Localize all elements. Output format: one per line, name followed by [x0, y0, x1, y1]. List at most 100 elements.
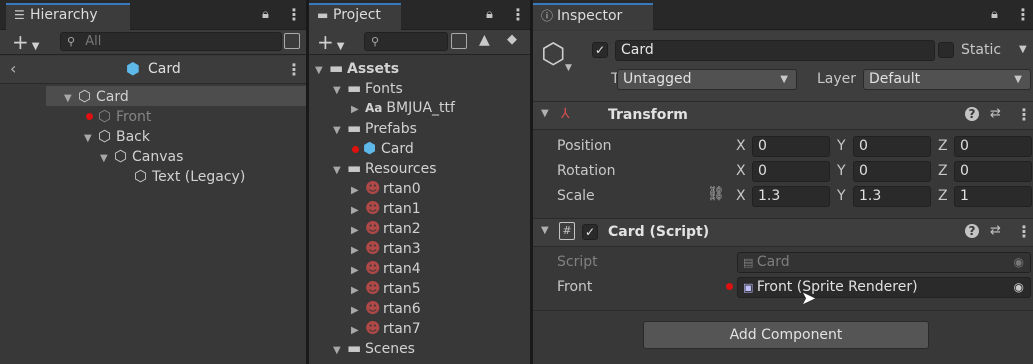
- folder-scenes[interactable]: ▼ ▬ Scenes: [333, 338, 415, 358]
- inspector-tabbar: ⓘ Inspector 🔒︎ ⋮: [533, 0, 1033, 30]
- gameobject-cube-icon[interactable]: ⬡: [541, 37, 565, 70]
- hierarchy-search-input[interactable]: ⚲ All: [60, 32, 282, 51]
- more-options-icon[interactable]: ⋮: [510, 5, 526, 24]
- expand-triangle-icon[interactable]: ▼: [100, 149, 114, 169]
- foldout-triangle-icon[interactable]: ▼: [541, 108, 549, 119]
- sprite-thumbnail-icon: ☻: [365, 179, 381, 197]
- asset-sprite-rtan4[interactable]: ▶ ☻ rtan4: [351, 258, 421, 278]
- tree-item-label: Front: [116, 109, 152, 125]
- asset-card-prefab[interactable]: ⬢ Card: [363, 138, 414, 158]
- section-divider: [533, 310, 1033, 311]
- tab-inspector[interactable]: ⓘ Inspector: [533, 3, 653, 30]
- object-picker-icon[interactable]: ◉: [1014, 278, 1024, 297]
- asset-sprite-rtan1[interactable]: ▶ ☻ rtan1: [351, 198, 421, 218]
- position-y-field[interactable]: 0: [853, 136, 931, 157]
- scene-visibility-icon[interactable]: [284, 33, 300, 49]
- asset-sprite-rtan2[interactable]: ▶ ☻ rtan2: [351, 218, 421, 238]
- foldout-triangle-icon[interactable]: ▼: [541, 225, 549, 236]
- tree-item-label: rtan1: [383, 201, 421, 217]
- expand-triangle-icon[interactable]: ▼: [315, 61, 329, 81]
- rotation-x-value: 0: [758, 163, 767, 179]
- asset-font[interactable]: ▶ Aa BMJUA_ttf: [351, 98, 455, 118]
- link-constraint-icon[interactable]: ⛓︎: [707, 186, 725, 202]
- hierarchy-toolbar: + ▼ ⚲ All: [0, 30, 306, 55]
- tree-item-back[interactable]: ▼ ⬡ Back: [84, 126, 150, 146]
- add-component-button[interactable]: Add Component: [643, 321, 929, 349]
- card-script-header[interactable]: ▼ # ✓ Card (Script) ? ⇄ ⋮: [533, 218, 1033, 247]
- expand-triangle-icon[interactable]: ▼: [333, 121, 347, 141]
- scale-z-field[interactable]: 1: [954, 186, 1032, 207]
- presets-icon[interactable]: ⇄: [990, 106, 1001, 121]
- tree-item-label: Resources: [365, 161, 437, 177]
- expand-triangle-icon[interactable]: ▼: [333, 161, 347, 181]
- sprite-thumbnail-icon: ☻: [365, 239, 381, 257]
- position-z-field[interactable]: 0: [954, 136, 1032, 157]
- scale-x-field[interactable]: 1.3: [752, 186, 830, 207]
- static-checkbox[interactable]: [938, 42, 954, 58]
- axis-x-label: X: [736, 138, 746, 154]
- layer-label: Layer: [817, 71, 857, 87]
- prefab-more-icon[interactable]: ⋮: [286, 60, 302, 79]
- folder-assets[interactable]: ▼ ▬ Assets: [315, 58, 399, 78]
- tree-item-label: rtan7: [383, 321, 421, 337]
- rotation-x-field[interactable]: 0: [752, 161, 830, 182]
- lock-icon[interactable]: 🔒︎: [991, 7, 998, 22]
- list-icon: ☰: [14, 8, 25, 22]
- gameobject-cube-icon: ⬡: [98, 107, 112, 125]
- static-dropdown-arrow[interactable]: ▼: [1019, 44, 1027, 55]
- folder-prefabs[interactable]: ▼ ▬ Prefabs: [333, 118, 417, 138]
- expand-triangle-icon[interactable]: ▶: [351, 100, 365, 120]
- object-name-field[interactable]: Card: [615, 40, 935, 61]
- tree-item-card[interactable]: ▼ ⬡ Card: [64, 86, 129, 106]
- filter-shapes-icon[interactable]: ▲: [479, 32, 490, 48]
- tab-hierarchy[interactable]: ☰ Hierarchy: [6, 3, 130, 30]
- tree-item-canvas[interactable]: ▼ ⬡ Canvas: [100, 146, 183, 166]
- expand-triangle-icon[interactable]: ▼: [333, 81, 347, 101]
- layer-dropdown[interactable]: Default ▼: [863, 69, 1031, 90]
- create-dropdown-button[interactable]: + ▼: [317, 30, 344, 54]
- folder-fonts[interactable]: ▼ ▬ Fonts: [333, 78, 403, 98]
- presets-icon[interactable]: ⇄: [990, 223, 1001, 238]
- folder-open-icon: ▬: [347, 339, 362, 357]
- active-checkbox[interactable]: ✓: [592, 42, 608, 58]
- scale-y-field[interactable]: 1.3: [853, 186, 931, 207]
- expand-triangle-icon[interactable]: ▼: [333, 341, 347, 361]
- help-icon[interactable]: ?: [965, 224, 979, 238]
- more-options-icon[interactable]: ⋮: [1015, 5, 1031, 24]
- rotation-y-field[interactable]: 0: [853, 161, 931, 182]
- component-more-icon[interactable]: ⋮: [1016, 105, 1032, 124]
- asset-sprite-rtan7[interactable]: ▶ ☻ rtan7: [351, 318, 421, 338]
- asset-sprite-rtan0[interactable]: ▶ ☻ rtan0: [351, 178, 421, 198]
- tree-item-label: rtan0: [383, 181, 421, 197]
- component-more-icon[interactable]: ⋮: [1016, 222, 1032, 241]
- project-tree: ▼ ▬ Assets ▼ ▬ Fonts ▶ Aa BMJUA_ttf ▼ ▬ Prefabs …: [309, 58, 530, 364]
- tree-item-text-legacy[interactable]: ⬡ Text (Legacy): [134, 166, 245, 186]
- tree-item-front[interactable]: ⬡ Front: [98, 106, 151, 126]
- help-icon[interactable]: ?: [965, 107, 979, 121]
- tag-dropdown-value: Untagged: [623, 71, 692, 87]
- project-search-input[interactable]: ⚲: [364, 32, 448, 51]
- script-enabled-checkbox[interactable]: ✓: [582, 224, 598, 240]
- axis-x-label: X: [736, 188, 746, 204]
- rotation-z-field[interactable]: 0: [954, 161, 1032, 182]
- more-options-icon[interactable]: ⋮: [286, 5, 302, 24]
- tag-dropdown[interactable]: Untagged ▼: [617, 69, 797, 90]
- expand-triangle-icon[interactable]: ▼: [84, 129, 98, 149]
- position-x-field[interactable]: 0: [752, 136, 830, 157]
- lock-icon[interactable]: 🔒︎: [486, 7, 493, 22]
- tab-project[interactable]: ▬ Project: [309, 3, 401, 30]
- folder-open-icon: ▬: [329, 59, 344, 77]
- add-dropdown-button[interactable]: + ▼: [12, 30, 39, 54]
- asset-sprite-rtan6[interactable]: ▶ ☻ rtan6: [351, 298, 421, 318]
- back-arrow-icon[interactable]: ‹: [10, 59, 16, 78]
- folder-resources[interactable]: ▼ ▬ Resources: [333, 158, 437, 178]
- icon-dropdown-arrow[interactable]: ▼: [565, 63, 572, 73]
- search-by-type-icon[interactable]: [451, 33, 467, 49]
- front-object-field[interactable]: ▣ Front (Sprite Renderer) ◉: [737, 277, 1031, 298]
- transform-header[interactable]: ▼ ⅄ Transform ? ⇄ ⋮: [533, 101, 1033, 130]
- asset-sprite-rtan5[interactable]: ▶ ☻ rtan5: [351, 278, 421, 298]
- asset-sprite-rtan3[interactable]: ▶ ☻ rtan3: [351, 238, 421, 258]
- lock-icon[interactable]: 🔒︎: [262, 7, 269, 22]
- expand-triangle-icon[interactable]: ▼: [64, 89, 78, 109]
- label-tag-icon[interactable]: ◆: [507, 32, 517, 47]
